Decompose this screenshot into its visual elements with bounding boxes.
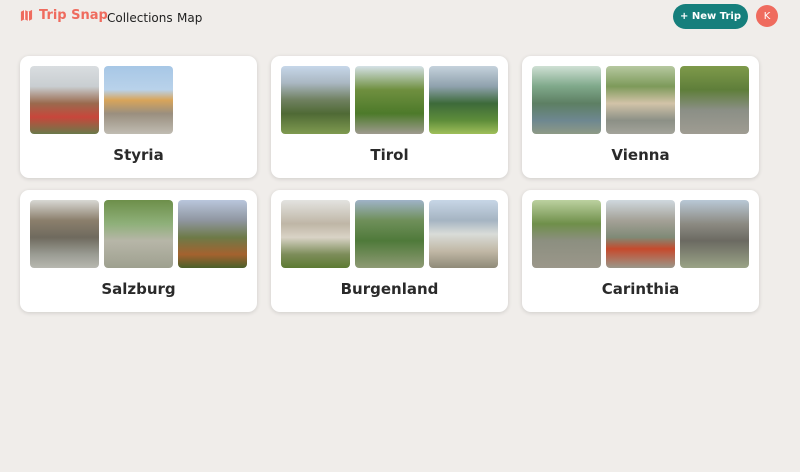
- nav-map[interactable]: Map: [177, 11, 202, 25]
- collection-card-tirol[interactable]: Tirol: [271, 56, 508, 178]
- photo-thumbnail: [281, 66, 350, 134]
- collection-card-vienna[interactable]: Vienna: [522, 56, 759, 178]
- new-trip-button[interactable]: + New Trip: [673, 4, 748, 29]
- photo-thumbnail: [355, 66, 424, 134]
- photo-thumbnail: [429, 66, 498, 134]
- collection-title: Carinthia: [601, 280, 680, 298]
- brand-name: Trip Snap: [39, 8, 108, 23]
- avatar[interactable]: K: [756, 5, 778, 27]
- photo-thumbnail: [104, 200, 173, 268]
- photo-thumbnail: [30, 66, 99, 134]
- photo-thumbnail: [281, 200, 350, 268]
- photo-thumbnail: [178, 200, 247, 268]
- collection-title: Styria: [113, 146, 164, 164]
- card-thumbnails: [30, 66, 173, 134]
- card-thumbnails: [30, 200, 247, 268]
- photo-thumbnail: [104, 66, 173, 134]
- card-thumbnails: [281, 200, 498, 268]
- photo-thumbnail: [30, 200, 99, 268]
- photo-thumbnail: [429, 200, 498, 268]
- photo-thumbnail: [680, 200, 749, 268]
- collection-card-burgenland[interactable]: Burgenland: [271, 190, 508, 312]
- nav-collections[interactable]: Collections: [107, 11, 173, 25]
- collection-title: Burgenland: [340, 280, 439, 298]
- map-icon: [20, 9, 33, 22]
- card-thumbnails: [281, 66, 498, 134]
- brand-logo[interactable]: Trip Snap: [20, 8, 108, 23]
- photo-thumbnail: [355, 200, 424, 268]
- collection-title: Vienna: [611, 146, 670, 164]
- collection-card-styria[interactable]: Styria: [20, 56, 257, 178]
- photo-thumbnail: [532, 66, 601, 134]
- card-thumbnails: [532, 200, 749, 268]
- collections-grid: Styria Tirol Vienna Salzburg Burgenland …: [20, 56, 759, 312]
- collection-card-salzburg[interactable]: Salzburg: [20, 190, 257, 312]
- photo-thumbnail: [606, 200, 675, 268]
- top-bar: Trip Snap Collections Map + New Trip K: [0, 0, 800, 34]
- photo-thumbnail: [532, 200, 601, 268]
- photo-thumbnail: [606, 66, 675, 134]
- collection-title: Salzburg: [101, 280, 176, 298]
- photo-thumbnail: [680, 66, 749, 134]
- card-thumbnails: [532, 66, 749, 134]
- collection-title: Tirol: [370, 146, 409, 164]
- collection-card-carinthia[interactable]: Carinthia: [522, 190, 759, 312]
